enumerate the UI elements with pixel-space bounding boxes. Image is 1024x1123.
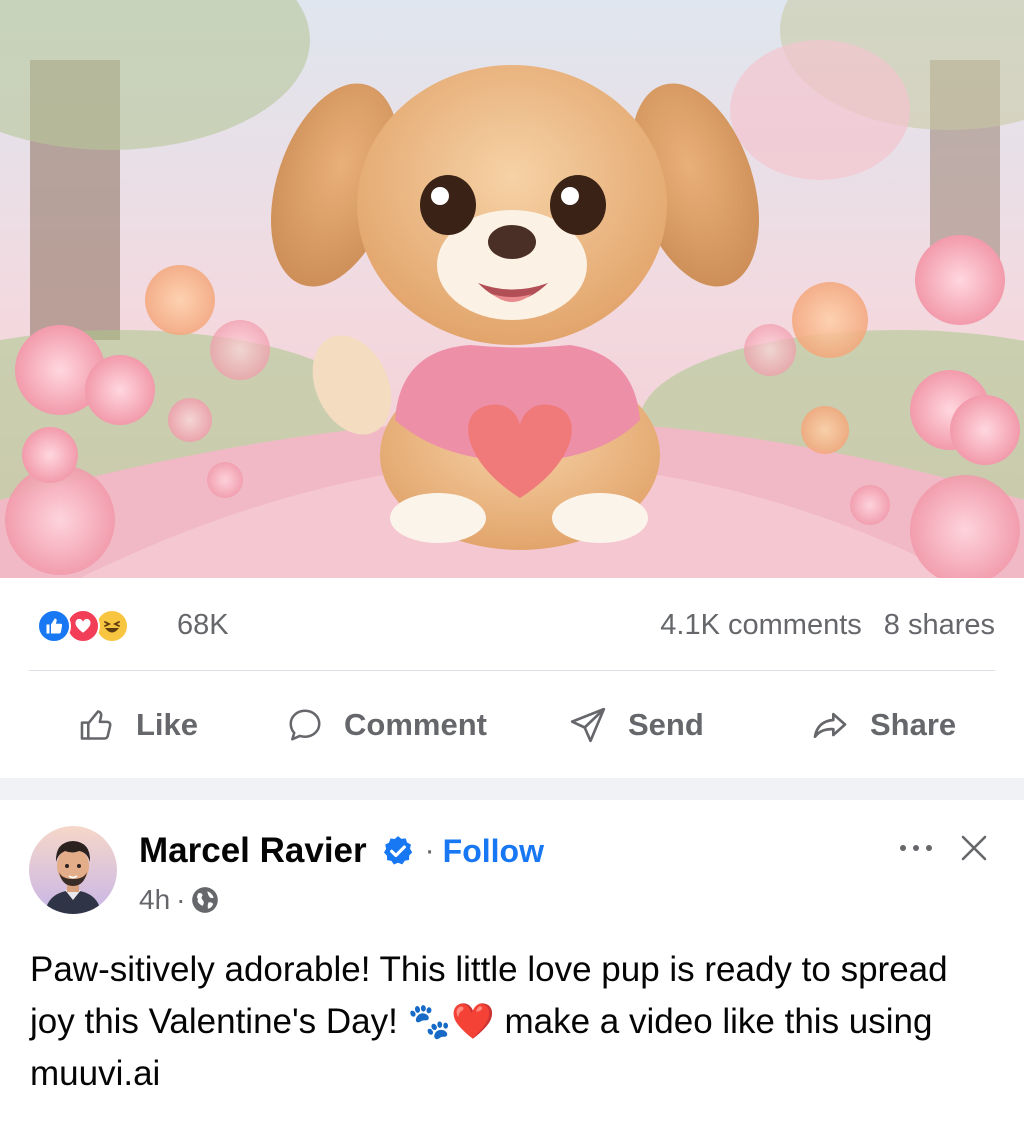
like-reaction-icon[interactable] — [37, 609, 71, 643]
comments-count[interactable]: 4.1K comments — [660, 609, 861, 641]
like-label: Like — [136, 706, 199, 742]
reaction-count[interactable]: 68K — [177, 609, 229, 641]
shares-count[interactable]: 8 shares — [884, 609, 995, 641]
globe-icon[interactable] — [191, 886, 219, 914]
author-line: Marcel Ravier · Follow — [139, 830, 544, 872]
send-arrow-icon — [570, 707, 606, 742]
post-meta: 4h · — [139, 882, 219, 918]
share-button[interactable]: Share — [810, 671, 956, 778]
post-time[interactable]: 4h — [139, 884, 170, 916]
send-button[interactable]: Send — [568, 671, 704, 778]
post-image-puppy[interactable] — [0, 0, 1024, 578]
avatar[interactable] — [29, 826, 117, 914]
more-dots-icon — [900, 845, 932, 851]
comment-label: Comment — [344, 706, 487, 742]
haha-reaction-icon[interactable] — [95, 609, 129, 643]
love-reaction-icon[interactable] — [66, 609, 100, 643]
close-button[interactable] — [954, 828, 994, 868]
author-name[interactable]: Marcel Ravier — [139, 831, 367, 871]
post-stats: 68K 4.1K comments 8 shares — [29, 578, 995, 671]
share-label: Share — [870, 706, 957, 742]
reaction-icons[interactable] — [37, 609, 129, 643]
close-icon — [961, 835, 987, 861]
post-card: 68K 4.1K comments 8 shares Like Comment S… — [0, 0, 1024, 778]
more-options-button[interactable] — [894, 830, 938, 866]
send-label: Send — [628, 706, 704, 742]
comment-button[interactable]: Comment — [286, 671, 487, 778]
like-button[interactable]: Like — [78, 671, 198, 778]
separator-dot: · — [424, 834, 435, 867]
post-action-bar: Like Comment Send Share — [0, 671, 1024, 778]
comment-share-counts: 4.1K comments 8 shares — [660, 609, 995, 641]
share-arrow-icon — [813, 712, 847, 738]
verified-badge-icon — [381, 834, 415, 868]
thumbs-up-icon — [80, 709, 112, 740]
comment-bubble-icon — [289, 708, 321, 741]
post-text: Paw-sitively adorable! This little love … — [30, 950, 948, 1093]
post-card-header: Marcel Ravier · Follow 4h · Paw-sitively… — [0, 800, 1024, 1123]
follow-button[interactable]: Follow — [443, 833, 544, 870]
separator-dot: · — [176, 884, 186, 915]
